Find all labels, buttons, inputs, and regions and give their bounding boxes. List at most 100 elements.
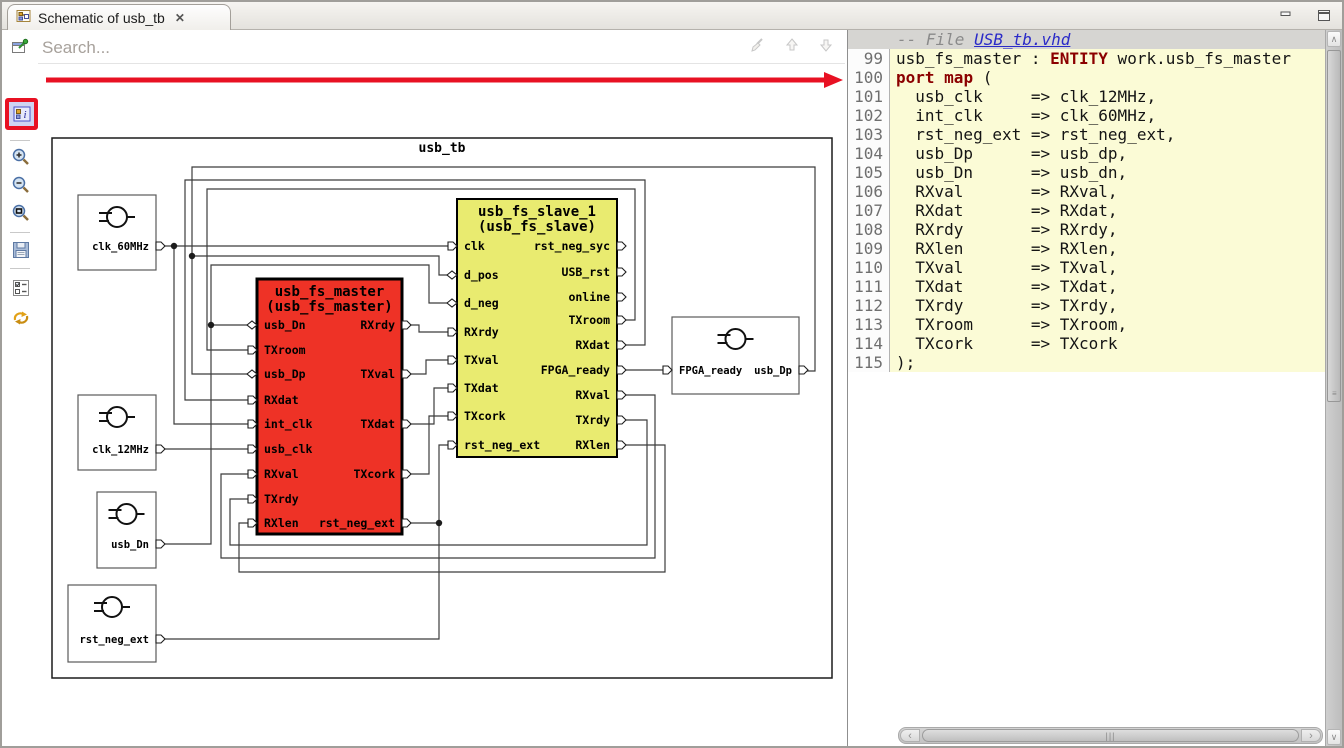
port-label: rst_neg_syc bbox=[534, 239, 610, 254]
port-TXval-in[interactable] bbox=[448, 356, 457, 364]
port-TXcork-out[interactable] bbox=[402, 470, 411, 478]
file-link[interactable]: USB_tb.vhd bbox=[974, 30, 1070, 49]
code-line[interactable]: 107 RXdat => RXdat, bbox=[848, 201, 1325, 220]
code-line[interactable]: 112 TXrdy => TXrdy, bbox=[848, 296, 1325, 315]
code-line[interactable]: 106 RXval => RXval, bbox=[848, 182, 1325, 201]
tab-close-icon[interactable]: ✕ bbox=[175, 11, 185, 25]
port-USB_rst-out[interactable] bbox=[617, 268, 626, 276]
pin-editor-icon[interactable] bbox=[11, 38, 29, 61]
schematic-block-clk_12MHz[interactable]: clk_12MHz bbox=[78, 395, 165, 470]
port-clk_60MHz-out[interactable] bbox=[156, 242, 165, 250]
code-line[interactable]: 104 usb_Dp => usb_dp, bbox=[848, 144, 1325, 163]
port-label: rst_neg_ext bbox=[319, 516, 395, 531]
port-TXroom-out[interactable] bbox=[617, 316, 626, 324]
port-rst_neg_ext-out[interactable] bbox=[156, 635, 165, 643]
port-d_neg-bidir[interactable] bbox=[447, 299, 457, 307]
vertical-scrollbar[interactable]: ∧ ≡ ∨ bbox=[1325, 30, 1342, 746]
port-usb_Dn-out[interactable] bbox=[156, 540, 165, 548]
port-label: TXroom bbox=[568, 313, 610, 327]
netlist-icon[interactable]: i bbox=[5, 98, 38, 130]
port-TXcork-in[interactable] bbox=[448, 412, 457, 420]
port-TXval-out[interactable] bbox=[402, 370, 411, 378]
search-bar bbox=[38, 32, 845, 64]
schematic-block-clk_60MHz[interactable]: clk_60MHz bbox=[78, 195, 165, 270]
port-clk-in[interactable] bbox=[448, 242, 457, 250]
code-editor[interactable]: 99usb_fs_master : ENTITY work.usb_fs_mas… bbox=[848, 49, 1325, 727]
port-FPGA_ready-out[interactable] bbox=[617, 366, 626, 374]
clear-search-icon[interactable] bbox=[749, 36, 767, 59]
line-number: 105 bbox=[848, 163, 890, 182]
schematic-block-FPGA_ready[interactable]: FPGA_readyusb_Dp bbox=[663, 317, 808, 394]
port-usb_Dp-out[interactable] bbox=[799, 366, 808, 374]
arrow-down-icon[interactable] bbox=[817, 36, 835, 59]
schematic-canvas[interactable]: usb_tbclk_60MHzclk_12MHzusb_Dnrst_neg_ex… bbox=[2, 30, 845, 748]
code-line[interactable]: 110 TXval => TXval, bbox=[848, 258, 1325, 277]
minimize-icon[interactable] bbox=[1278, 8, 1294, 22]
port-clk_12MHz-out[interactable] bbox=[156, 445, 165, 453]
port-FPGA_ready-in[interactable] bbox=[663, 366, 672, 374]
code-line[interactable]: 103 rst_neg_ext => rst_neg_ext, bbox=[848, 125, 1325, 144]
code-line[interactable]: 99usb_fs_master : ENTITY work.usb_fs_mas… bbox=[848, 49, 1325, 68]
options-icon[interactable] bbox=[9, 276, 33, 300]
block-title: usb_fs_master bbox=[275, 284, 385, 300]
schematic-block-usb_fs_master[interactable]: usb_fs_master(usb_fs_master)usb_DnTXroom… bbox=[247, 279, 411, 534]
horizontal-scrollbar[interactable]: ‹ ||| › bbox=[898, 727, 1323, 744]
port-online-out[interactable] bbox=[617, 293, 626, 301]
port-RXval-out[interactable] bbox=[617, 391, 626, 399]
zoom-fit-icon[interactable] bbox=[9, 201, 33, 225]
port-rst_neg_ext-out[interactable] bbox=[402, 519, 411, 527]
port-RXlen-out[interactable] bbox=[617, 441, 626, 449]
port-label: int_clk bbox=[264, 417, 313, 432]
schematic-block-rst_neg_ext[interactable]: rst_neg_ext bbox=[68, 585, 165, 662]
zoom-in-icon[interactable] bbox=[9, 145, 33, 169]
schematic-block-usb_Dn[interactable]: usb_Dn bbox=[97, 492, 165, 568]
net-wire-usb_dn[interactable] bbox=[156, 325, 257, 544]
maximize-icon[interactable] bbox=[1316, 8, 1332, 22]
schematic-icon bbox=[16, 8, 32, 29]
svg-text:i: i bbox=[23, 109, 26, 121]
scroll-left-icon[interactable]: ‹ bbox=[900, 729, 920, 742]
code-line[interactable]: 102 int_clk => clk_60MHz, bbox=[848, 106, 1325, 125]
search-input[interactable] bbox=[38, 38, 749, 58]
vertical-scroll-thumb[interactable]: ≡ bbox=[1327, 50, 1341, 402]
save-icon[interactable] bbox=[9, 238, 33, 262]
schematic-panel: i usb_tbclk_60M bbox=[2, 30, 847, 746]
port-RXrdy-in[interactable] bbox=[448, 328, 457, 336]
schematic-block-usb_fs_slave_1[interactable]: usb_fs_slave_1(usb_fs_slave)clkd_posd_ne… bbox=[447, 199, 626, 457]
scroll-down-icon[interactable]: ∨ bbox=[1327, 729, 1341, 745]
net-wire-clk_60MHz_int_clk[interactable] bbox=[174, 246, 257, 424]
port-label: d_pos bbox=[464, 268, 499, 283]
tab-schematic[interactable]: Schematic of usb_tb ✕ bbox=[7, 4, 231, 31]
block-title: usb_fs_slave_1 bbox=[478, 204, 596, 220]
port-rst_neg_syc-out[interactable] bbox=[617, 242, 626, 250]
code-line[interactable]: 111 TXdat => TXdat, bbox=[848, 277, 1325, 296]
port-TXdat-in[interactable] bbox=[448, 384, 457, 392]
code-line[interactable]: 101 usb_clk => clk_12MHz, bbox=[848, 87, 1325, 106]
port-RXdat-out[interactable] bbox=[617, 341, 626, 349]
code-line[interactable]: 100port map ( bbox=[848, 68, 1325, 87]
sync-icon[interactable] bbox=[9, 306, 33, 330]
horizontal-scroll-thumb[interactable]: ||| bbox=[922, 729, 1299, 742]
port-RXrdy-out[interactable] bbox=[402, 321, 411, 329]
net-wire-RXrdy[interactable] bbox=[411, 325, 448, 332]
port-TXrdy-out[interactable] bbox=[617, 416, 626, 424]
code-line[interactable]: 114 TXcork => TXcork bbox=[848, 334, 1325, 353]
net-wire-TXval[interactable] bbox=[411, 360, 448, 374]
zoom-out-icon[interactable] bbox=[9, 173, 33, 197]
code-line[interactable]: 108 RXrdy => RXrdy, bbox=[848, 220, 1325, 239]
scroll-right-icon[interactable]: › bbox=[1301, 729, 1321, 742]
port-label: RXval bbox=[264, 467, 299, 481]
scroll-up-icon[interactable]: ∧ bbox=[1327, 31, 1341, 47]
port-label: TXval bbox=[464, 353, 499, 367]
toolbar-separator bbox=[10, 232, 30, 233]
line-number: 112 bbox=[848, 296, 890, 315]
code-line[interactable]: 105 usb_Dn => usb_dn, bbox=[848, 163, 1325, 182]
port-rst_neg_ext-in[interactable] bbox=[448, 441, 457, 449]
code-line[interactable]: 113 TXroom => TXroom, bbox=[848, 315, 1325, 334]
code-line[interactable]: 115); bbox=[848, 353, 1325, 372]
arrow-up-icon[interactable] bbox=[783, 36, 801, 59]
port-d_pos-bidir[interactable] bbox=[447, 271, 457, 279]
port-TXdat-out[interactable] bbox=[402, 420, 411, 428]
line-number: 115 bbox=[848, 353, 890, 372]
code-line[interactable]: 109 RXlen => RXlen, bbox=[848, 239, 1325, 258]
